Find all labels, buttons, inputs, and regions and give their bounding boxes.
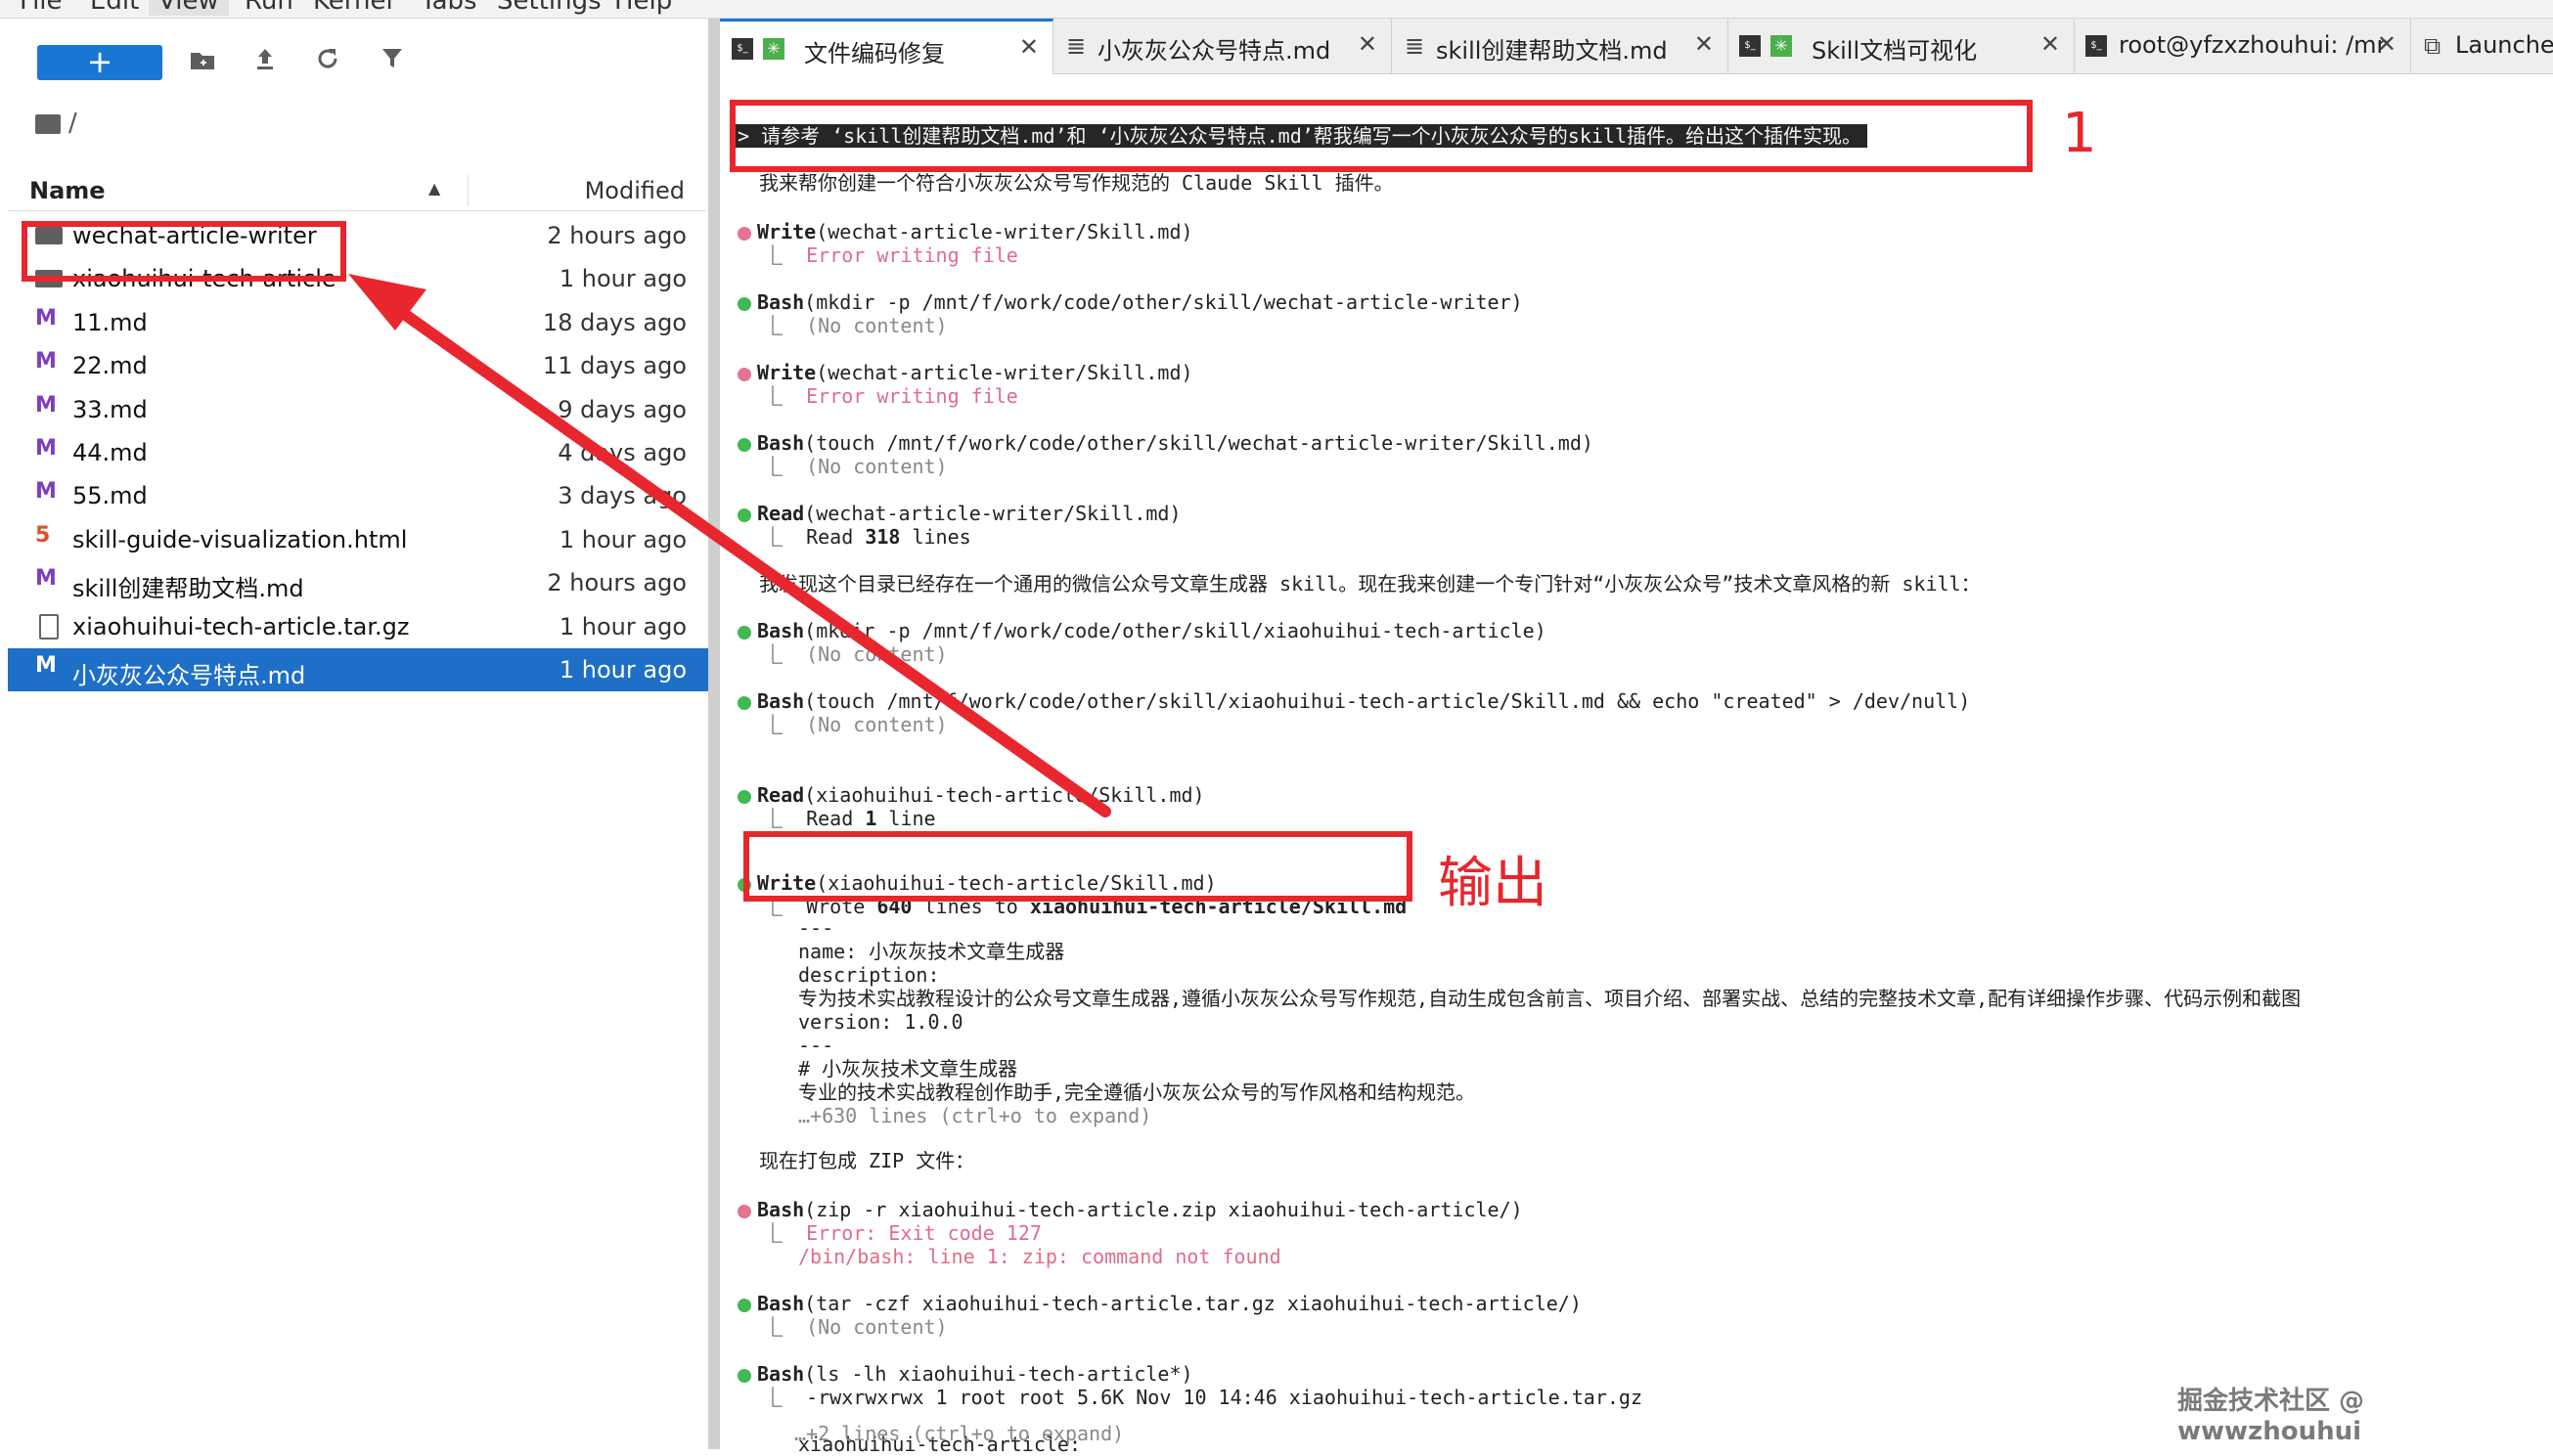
annotation-arrow bbox=[348, 274, 1111, 817]
watermark: 掘金技术社区 @ wwwzhouhui bbox=[2177, 1387, 2365, 1446]
